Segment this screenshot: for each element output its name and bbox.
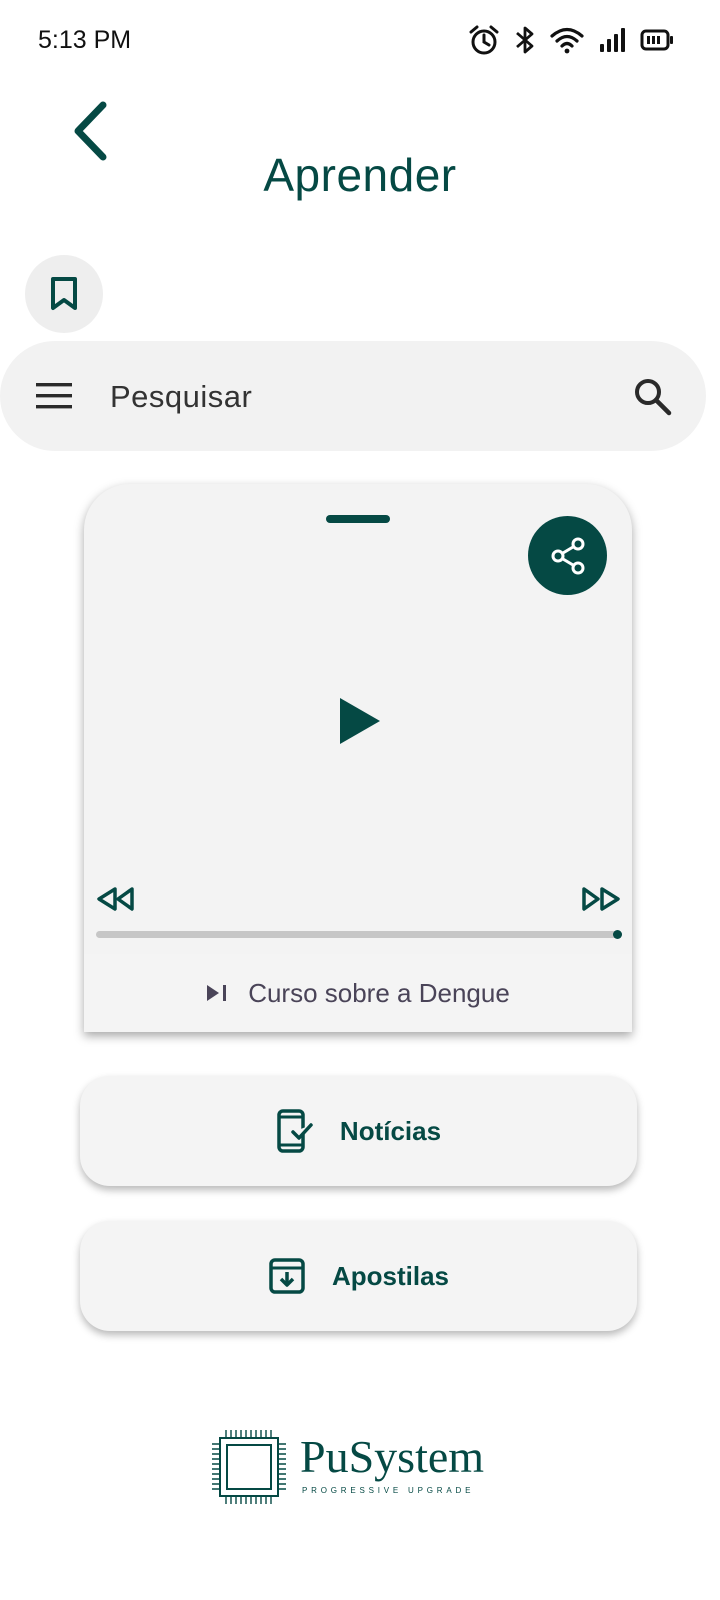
logo-name: PuSystem — [300, 1431, 485, 1482]
share-icon — [551, 537, 584, 574]
search-bar — [0, 341, 706, 451]
apostilas-button[interactable]: Apostilas — [80, 1221, 637, 1331]
rewind-icon[interactable] — [96, 884, 138, 914]
menu-icon[interactable] — [36, 381, 74, 411]
apostilas-label: Apostilas — [331, 1260, 450, 1291]
status-icons — [468, 24, 674, 56]
status-time: 5:13 PM — [38, 26, 132, 54]
drag-handle[interactable] — [326, 515, 390, 523]
bluetooth-icon — [516, 26, 534, 54]
bookmark-button[interactable] — [25, 255, 103, 333]
page-title: Aprender — [263, 149, 457, 201]
noticias-label: Notícias — [339, 1115, 442, 1146]
noticias-button[interactable]: Notícias — [80, 1076, 637, 1186]
signal-icon — [600, 28, 625, 52]
share-button[interactable] — [528, 516, 607, 595]
phone-check-icon — [277, 1109, 313, 1153]
chip-icon — [212, 1430, 286, 1504]
search-icon[interactable] — [632, 376, 672, 416]
track-title: Curso sobre a Dengue — [248, 977, 510, 1008]
search-input[interactable] — [108, 369, 592, 425]
archive-download-icon — [269, 1258, 305, 1294]
pusystem-logo: PuSystem PROGRESSIVE UPGRADE — [210, 1428, 510, 1508]
skip-next-icon — [207, 985, 227, 1001]
alarm-icon — [469, 25, 499, 55]
fast-forward-icon[interactable] — [580, 884, 622, 914]
bookmark-icon — [51, 277, 77, 310]
track-footer[interactable]: Curso sobre a Dengue — [84, 954, 632, 1032]
wifi-icon — [550, 27, 584, 54]
progress-thumb[interactable] — [613, 930, 622, 939]
logo-tagline: PROGRESSIVE UPGRADE — [302, 1486, 475, 1495]
video-player: Curso sobre a Dengue — [84, 484, 632, 1032]
battery-icon — [640, 29, 673, 51]
play-icon — [340, 698, 380, 744]
play-button[interactable] — [320, 676, 400, 766]
progress-bar[interactable] — [96, 930, 622, 939]
